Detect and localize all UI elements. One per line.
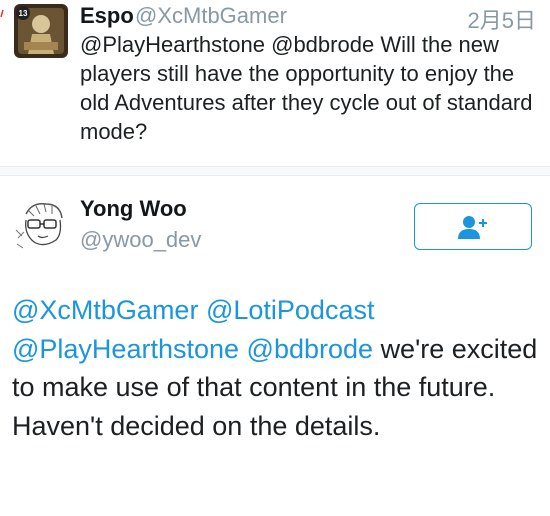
red-mark-icon — [0, 9, 4, 18]
tweet-text: @XcMtbGamer @LotiPodcast @PlayHearthstone… — [12, 291, 542, 445]
tweet-text: @PlayHearthstone @bdbrode Will the new p… — [80, 30, 540, 146]
mention-link[interactable]: @XcMtbGamer — [12, 295, 198, 325]
mention-link[interactable]: @LotiPodcast — [206, 295, 375, 325]
avatar-espo-image: 13 — [14, 4, 68, 58]
mention-link[interactable]: @PlayHearthstone — [80, 32, 265, 57]
mention-link[interactable]: @bdbrode — [271, 32, 374, 57]
mention-link[interactable]: @PlayHearthstone — [12, 334, 239, 364]
author-name[interactable]: Espo — [80, 3, 134, 29]
tweet-reply-context[interactable]: 13 Espo @XcMtbGamer 2月5日 @PlayHearthston… — [0, 0, 550, 166]
mention-link[interactable]: @bdbrode — [247, 334, 374, 364]
author-name[interactable]: Yong Woo — [80, 196, 187, 222]
author-handle[interactable]: @XcMtbGamer — [135, 3, 287, 29]
avatar-yong-woo-image — [14, 196, 72, 254]
author-handle[interactable]: @ywoo_dev — [80, 227, 201, 253]
svg-text:13: 13 — [19, 9, 28, 18]
follow-button[interactable] — [414, 203, 532, 250]
divider — [0, 175, 550, 176]
add-user-icon — [458, 215, 487, 239]
separator — [0, 167, 550, 175]
avatar-yong-woo[interactable] — [14, 196, 72, 254]
avatar-espo[interactable]: 13 — [14, 4, 68, 58]
